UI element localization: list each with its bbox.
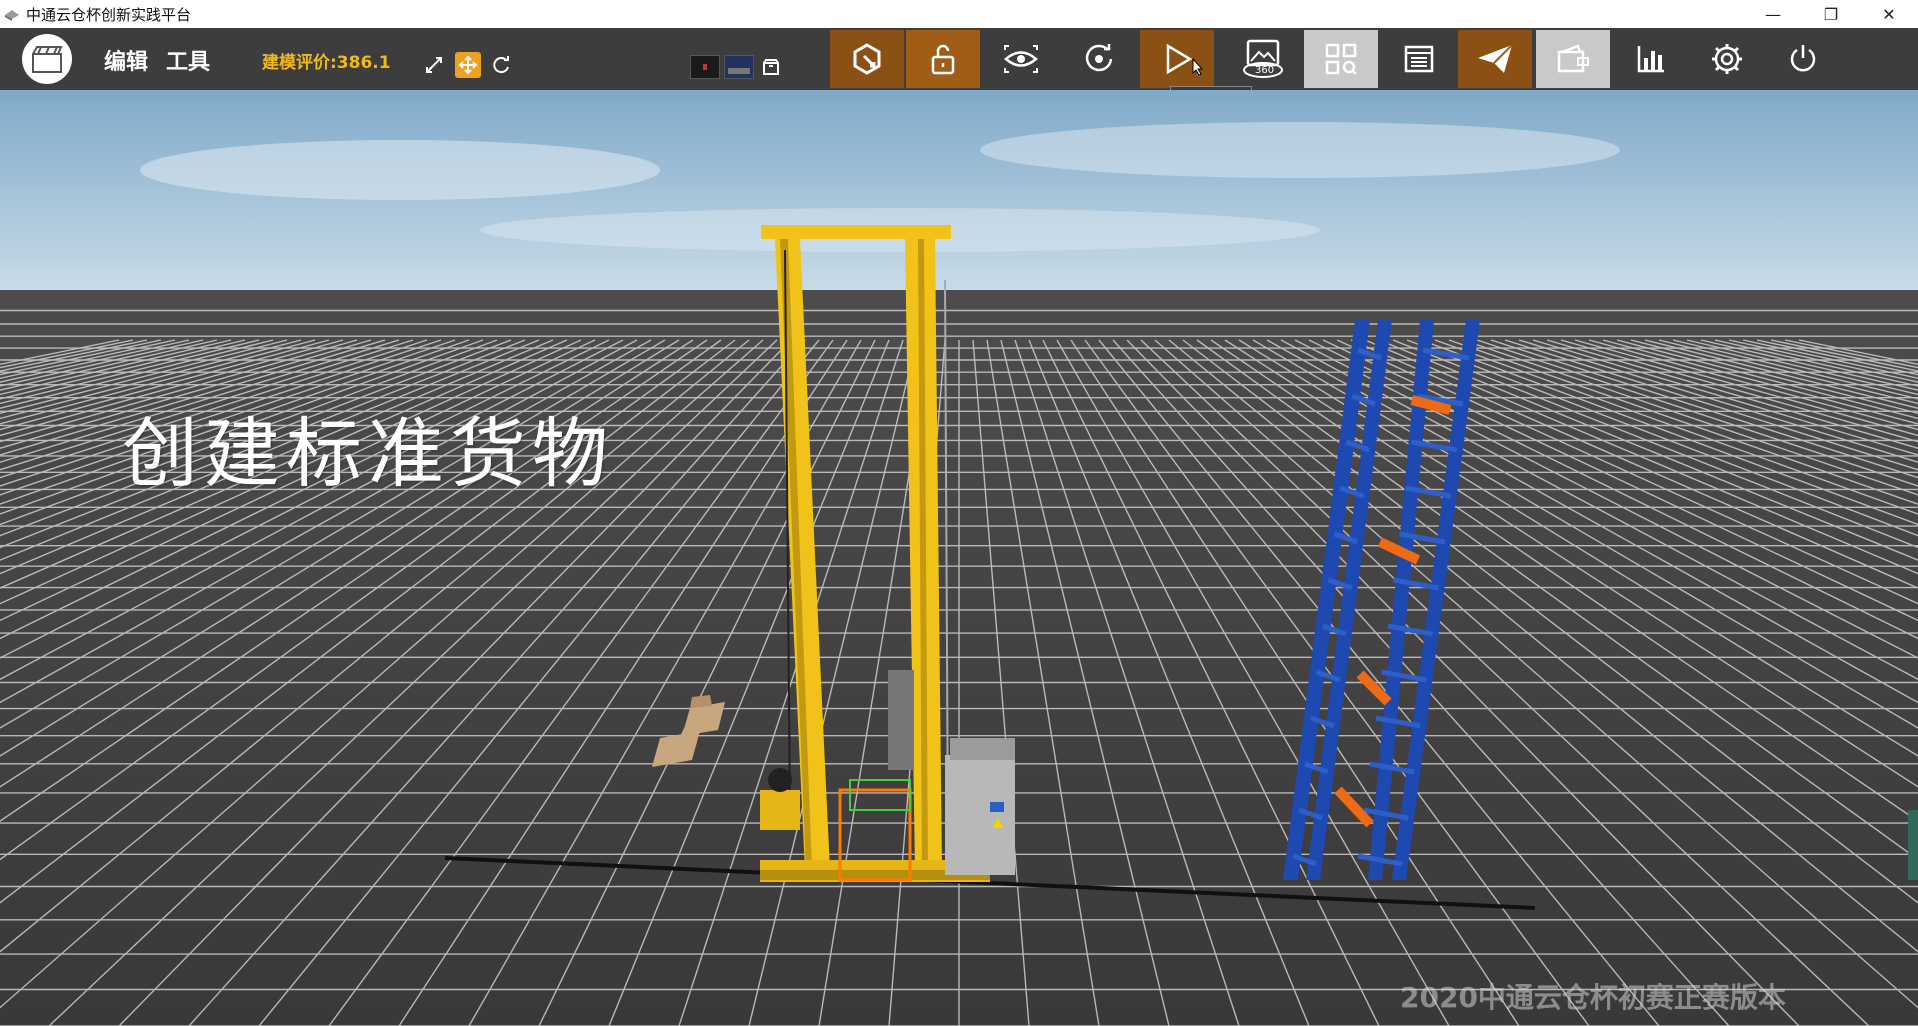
modeling-rating: 建模评价:386.1 — [262, 53, 391, 73]
minimize-button[interactable]: — — [1744, 0, 1802, 28]
control-cabinet[interactable] — [945, 738, 1015, 875]
view-eye-icon[interactable] — [984, 30, 1058, 88]
rotate-tool-icon[interactable] — [489, 52, 515, 78]
unlock-icon[interactable] — [906, 30, 980, 88]
app-icon — [5, 10, 19, 21]
box-icon[interactable] — [758, 54, 784, 80]
grid-search-icon[interactable] — [1304, 30, 1378, 88]
title-bar: 中通云仓杯创新实践平台 — ❐ ✕ — [0, 0, 1918, 28]
wallet-icon[interactable] — [1536, 30, 1610, 88]
restore-button[interactable]: ❐ — [1802, 0, 1860, 28]
overlay-caption: 创建标准货物 — [122, 409, 614, 498]
power-icon[interactable] — [1766, 30, 1840, 88]
view-thumbnail-scene-icon[interactable] — [724, 55, 754, 79]
panorama-360-icon[interactable]: 360 — [1226, 30, 1300, 88]
scale-tool-icon[interactable] — [421, 52, 447, 78]
model-edit-icon[interactable] — [830, 30, 904, 88]
menu-tools[interactable]: 工具 — [166, 44, 210, 76]
settings-gear-icon[interactable] — [1690, 30, 1764, 88]
scene-render — [0, 90, 1918, 1026]
version-watermark: 2020中通云仓杯初赛正赛版本 — [1400, 981, 1786, 1014]
debug-play-icon[interactable] — [1140, 30, 1214, 88]
send-paper-plane-icon[interactable] — [1458, 30, 1532, 88]
move-tool-icon[interactable] — [455, 52, 481, 78]
main-toolbar: 编辑 工具 建模评价:386.1 360 — [0, 28, 1918, 90]
3d-viewport[interactable]: 创建标准货物 2020中通云仓杯初赛正赛版本 — [0, 90, 1918, 1026]
bar-chart-icon[interactable] — [1614, 30, 1688, 88]
list-window-icon[interactable] — [1382, 30, 1456, 88]
view-thumbnail-dark-icon[interactable] — [690, 55, 720, 79]
reset-rotate-icon[interactable] — [1062, 30, 1136, 88]
clapperboard-logo-icon[interactable] — [22, 34, 72, 84]
window-title: 中通云仓杯创新实践平台 — [26, 5, 192, 24]
close-button[interactable]: ✕ — [1860, 0, 1918, 28]
menu-edit[interactable]: 编辑 — [104, 44, 148, 76]
svg-text:360: 360 — [1255, 65, 1274, 76]
